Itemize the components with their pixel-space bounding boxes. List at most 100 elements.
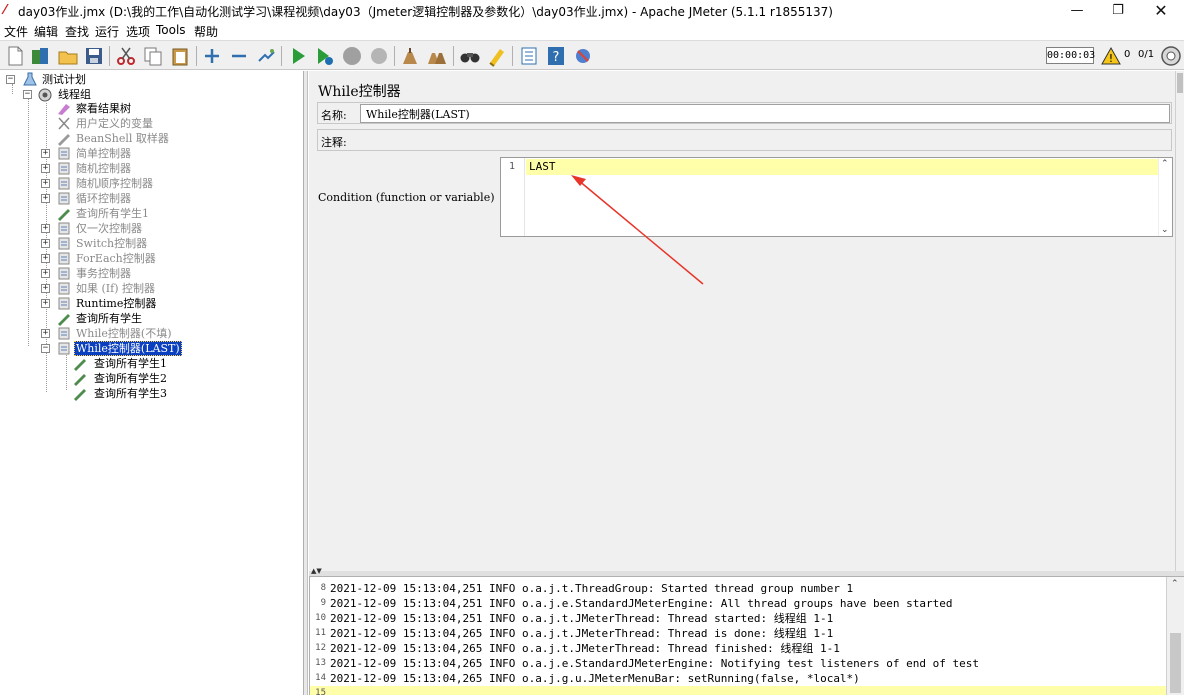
split-arrows-icon[interactable]: ▲▼	[311, 567, 322, 575]
menu-search[interactable]: 查找	[65, 23, 89, 40]
controller-icon	[56, 236, 72, 251]
tree-node-transaction-controller[interactable]: + 事务控制器	[41, 266, 241, 281]
start-no-pauses-icon[interactable]	[313, 45, 335, 67]
function-helper-icon[interactable]	[518, 45, 540, 67]
reset-search-icon[interactable]	[486, 45, 508, 67]
tree-node-view-results-tree[interactable]: 察看结果树	[41, 101, 241, 116]
name-label: 名称:	[321, 109, 347, 122]
tree-node-runtime-controller[interactable]: + Runtime控制器	[41, 296, 241, 311]
tree-node-test-plan[interactable]: − 测试计划	[6, 72, 166, 87]
help-icon[interactable]: ?	[545, 45, 567, 67]
tree-node-user-defined-vars[interactable]: 用户定义的变量	[41, 116, 241, 131]
svg-text:!: !	[1109, 52, 1113, 65]
tree-node-switch-controller[interactable]: + Switch控制器	[41, 236, 241, 251]
controller-icon	[56, 341, 72, 356]
scroll-down-icon[interactable]: ⌄	[1161, 225, 1169, 235]
sampler-pencil-icon	[72, 371, 88, 386]
tree-node-once-only-controller[interactable]: + 仅一次控制器	[41, 221, 241, 236]
close-button[interactable]: ✕	[1138, 0, 1184, 22]
cut-icon[interactable]	[115, 45, 137, 67]
minimize-button[interactable]: —	[1054, 0, 1100, 22]
tree-node-query-students-1-child[interactable]: 查询所有学生1	[60, 356, 260, 371]
log-scrollbar[interactable]: ⌃	[1166, 577, 1184, 695]
scroll-up-icon[interactable]: ⌃	[1171, 579, 1179, 589]
log-panel[interactable]: 8 2021-12-09 15:13:04,251 INFO o.a.j.t.Th…	[309, 577, 1166, 695]
sampler-pencil-icon	[72, 356, 88, 371]
templates-icon[interactable]	[29, 45, 51, 67]
controller-icon	[56, 146, 72, 161]
tree-node-query-students-3-child[interactable]: 查询所有学生3	[60, 386, 260, 401]
collapse-all-icon[interactable]	[228, 45, 250, 67]
menu-options[interactable]: 选项	[126, 23, 150, 40]
new-file-icon[interactable]	[4, 45, 26, 67]
expand-toggle[interactable]: +	[41, 179, 50, 188]
tree-node-while-controller-last[interactable]: − While控制器(LAST)	[41, 341, 241, 356]
menu-tools[interactable]: Tools	[156, 23, 186, 37]
expand-toggle[interactable]: +	[41, 194, 50, 203]
collapse-toggle[interactable]: −	[6, 75, 15, 84]
expand-toggle[interactable]: +	[41, 149, 50, 158]
editor-scrollbar[interactable]	[1175, 71, 1184, 571]
expand-toggle[interactable]: +	[41, 299, 50, 308]
toggle-icon[interactable]	[255, 45, 277, 67]
while-controller-editor: While控制器 名称: 注释: Condition (function or …	[309, 71, 1175, 571]
stop-icon[interactable]	[341, 45, 363, 67]
debug-icon[interactable]	[572, 45, 594, 67]
menu-file[interactable]: 文件	[4, 23, 28, 40]
panel-splitter[interactable]	[304, 71, 308, 695]
comment-field[interactable]	[360, 131, 1170, 150]
expand-toggle[interactable]: +	[41, 329, 50, 338]
start-icon[interactable]	[287, 45, 309, 67]
menu-run[interactable]: 运行	[95, 23, 119, 40]
listener-icon	[56, 101, 72, 116]
controller-icon	[56, 326, 72, 341]
expand-toggle[interactable]: +	[41, 224, 50, 233]
tree-node-random-order-controller[interactable]: + 随机顺序控制器	[41, 176, 241, 191]
tree-node-random-controller[interactable]: + 随机控制器	[41, 161, 241, 176]
menu-edit[interactable]: 编辑	[34, 23, 58, 40]
paste-icon[interactable]	[169, 45, 191, 67]
clear-icon[interactable]	[399, 45, 421, 67]
shutdown-icon[interactable]	[368, 45, 390, 67]
active-threads-count: 0/1	[1138, 49, 1155, 60]
expand-toggle[interactable]: +	[41, 284, 50, 293]
tree-node-query-students-1[interactable]: 查询所有学生1	[41, 206, 241, 221]
expand-toggle[interactable]: +	[41, 269, 50, 278]
scroll-thumb[interactable]	[1177, 73, 1183, 93]
tree-node-simple-controller[interactable]: + 简单控制器	[41, 146, 241, 161]
scroll-up-icon[interactable]: ⌃	[1161, 159, 1169, 169]
save-icon[interactable]	[83, 45, 105, 67]
tree-node-query-students-2-child[interactable]: 查询所有学生2	[60, 371, 260, 386]
condition-scrollbar[interactable]: ⌃ ⌄	[1158, 158, 1172, 236]
expand-toggle[interactable]: +	[41, 254, 50, 263]
name-field[interactable]	[360, 104, 1170, 123]
log-line: 14 2021-12-09 15:13:04,265 INFO o.a.j.g.u…	[315, 672, 860, 685]
tree-node-while-controller-empty[interactable]: + While控制器(不填)	[41, 326, 241, 341]
tree-node-if-controller[interactable]: + 如果 (If) 控制器	[41, 281, 241, 296]
copy-icon[interactable]	[142, 45, 164, 67]
clear-all-icon[interactable]	[426, 45, 448, 67]
tree-node-query-students[interactable]: 查询所有学生	[41, 311, 241, 326]
condition-value[interactable]: LAST	[529, 160, 556, 173]
scroll-thumb[interactable]	[1170, 633, 1181, 693]
open-folder-icon[interactable]	[57, 45, 79, 67]
tree-node-foreach-controller[interactable]: + ForEach控制器	[41, 251, 241, 266]
collapse-toggle[interactable]: −	[23, 90, 32, 99]
collapse-toggle[interactable]: −	[41, 344, 50, 353]
error-count: 0	[1124, 49, 1131, 60]
config-scissors-icon	[56, 116, 72, 131]
sampler-pencil-icon	[56, 311, 72, 326]
expand-toggle[interactable]: +	[41, 164, 50, 173]
condition-editor[interactable]: 1 LAST ⌃ ⌄	[500, 157, 1173, 237]
search-binoculars-icon[interactable]	[459, 45, 481, 67]
tree-node-thread-group[interactable]: − 线程组	[23, 87, 183, 102]
panel-title: While控制器	[318, 84, 401, 100]
restore-button[interactable]: ❐	[1095, 0, 1141, 22]
tree-node-beanshell-sampler[interactable]: BeanShell 取样器	[41, 131, 241, 146]
warning-icon[interactable]: !	[1101, 46, 1121, 66]
menu-help[interactable]: 帮助	[194, 23, 218, 40]
tree-node-loop-controller[interactable]: + 循环控制器	[41, 191, 241, 206]
expand-all-icon[interactable]	[201, 45, 223, 67]
expand-toggle[interactable]: +	[41, 239, 50, 248]
controller-icon	[56, 251, 72, 266]
